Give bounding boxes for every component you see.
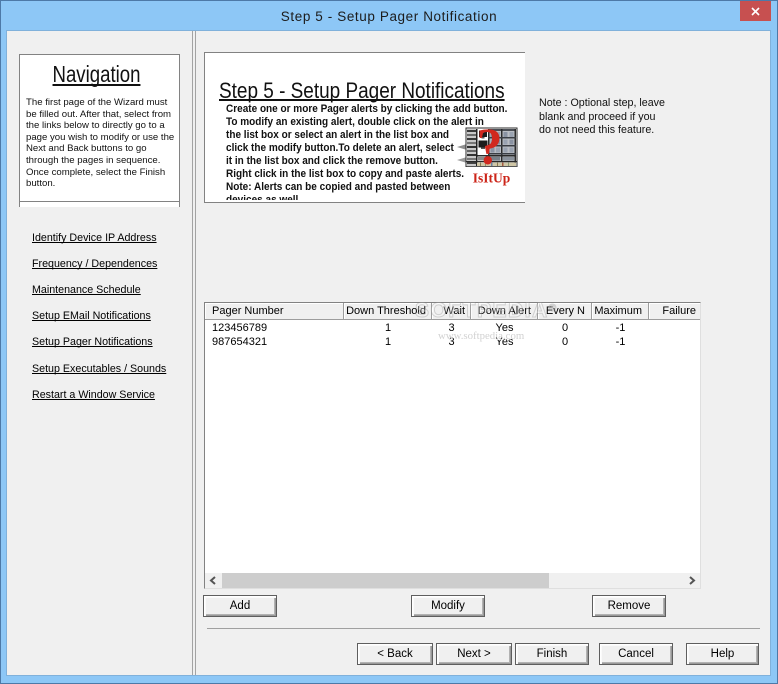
svg-text:?: ? <box>477 124 503 176</box>
svg-text:IsItUp: IsItUp <box>473 171 511 186</box>
